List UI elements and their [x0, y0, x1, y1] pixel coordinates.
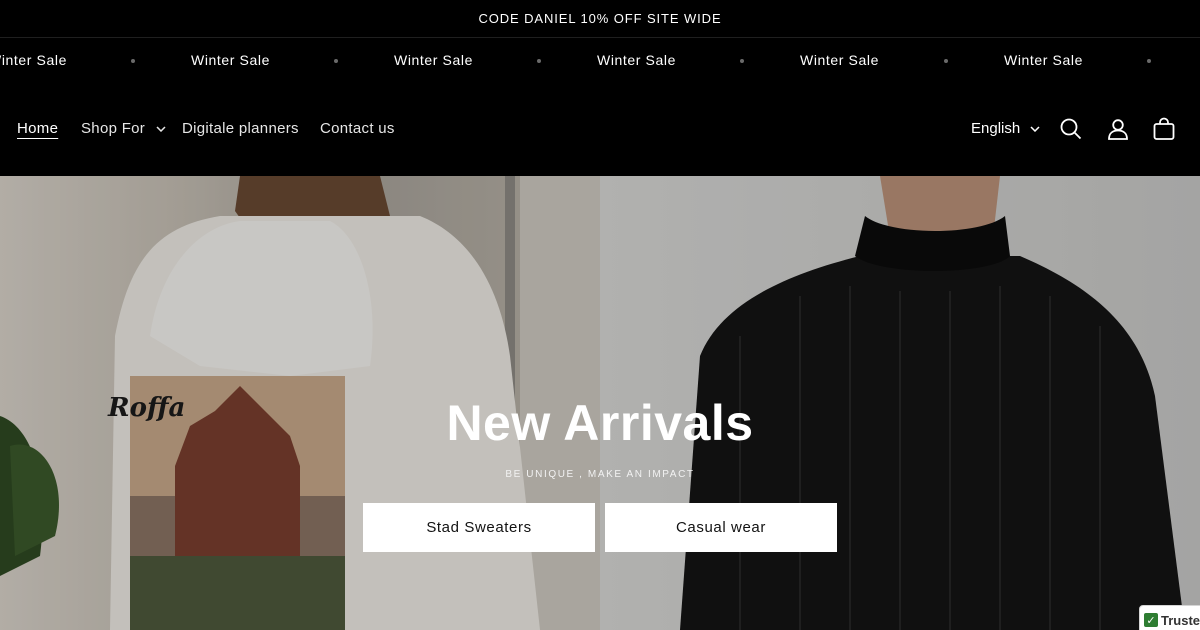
- language-label: English: [971, 120, 1021, 137]
- marquee-item: Winter Sale: [0, 52, 67, 68]
- nav-home[interactable]: Home: [17, 120, 58, 137]
- nav-shop-for-label: Shop For: [81, 120, 146, 137]
- nav-digitale-planners[interactable]: Digitale planners: [182, 120, 299, 137]
- marquee-item: Winter Sale: [800, 52, 879, 68]
- marquee-item: Winter Sale: [597, 52, 676, 68]
- hero-subtitle: BE UNIQUE , MAKE AN IMPACT: [505, 469, 695, 480]
- marquee-dot: [334, 59, 338, 63]
- announcement-bar: CODE DANIEL 10% OFF SITE WIDE: [0, 0, 1200, 38]
- trusted-shop-badge[interactable]: ✓ Trusted: [1139, 605, 1200, 630]
- sale-marquee: Winter Sale Winter Sale Winter Sale Wint…: [0, 38, 1200, 82]
- marquee-dot: [131, 59, 135, 63]
- marquee-dot: [740, 59, 744, 63]
- site-header: Home Shop For Digitale planners Contact …: [0, 82, 1200, 176]
- check-icon: ✓: [1144, 613, 1158, 627]
- chevron-down-icon: [1030, 126, 1040, 133]
- language-selector[interactable]: English: [971, 120, 1040, 137]
- marquee-item: Winter Sale: [1004, 52, 1083, 68]
- chevron-down-icon: [156, 126, 166, 133]
- nav-shop-for[interactable]: Shop For: [81, 120, 166, 137]
- marquee-dot: [1147, 59, 1151, 63]
- trusted-label: Trusted: [1161, 612, 1200, 628]
- cart-icon[interactable]: [1151, 116, 1177, 142]
- casual-wear-button[interactable]: Casual wear: [605, 503, 837, 552]
- marquee-dot: [537, 59, 541, 63]
- marquee-dot: [944, 59, 948, 63]
- marquee-item: Winter Sale: [394, 52, 473, 68]
- hero-title: New Arrivals: [446, 395, 754, 451]
- announcement-text: CODE DANIEL 10% OFF SITE WIDE: [478, 11, 722, 26]
- account-icon[interactable]: [1105, 116, 1131, 142]
- marquee-item: Winter Sale: [191, 52, 270, 68]
- hero-banner: Roffa New Arrivals BE UNIQUE , MAKE AN I…: [0, 176, 1200, 630]
- stad-sweaters-button[interactable]: Stad Sweaters: [363, 503, 595, 552]
- search-icon[interactable]: [1058, 116, 1084, 142]
- nav-contact-us[interactable]: Contact us: [320, 120, 395, 137]
